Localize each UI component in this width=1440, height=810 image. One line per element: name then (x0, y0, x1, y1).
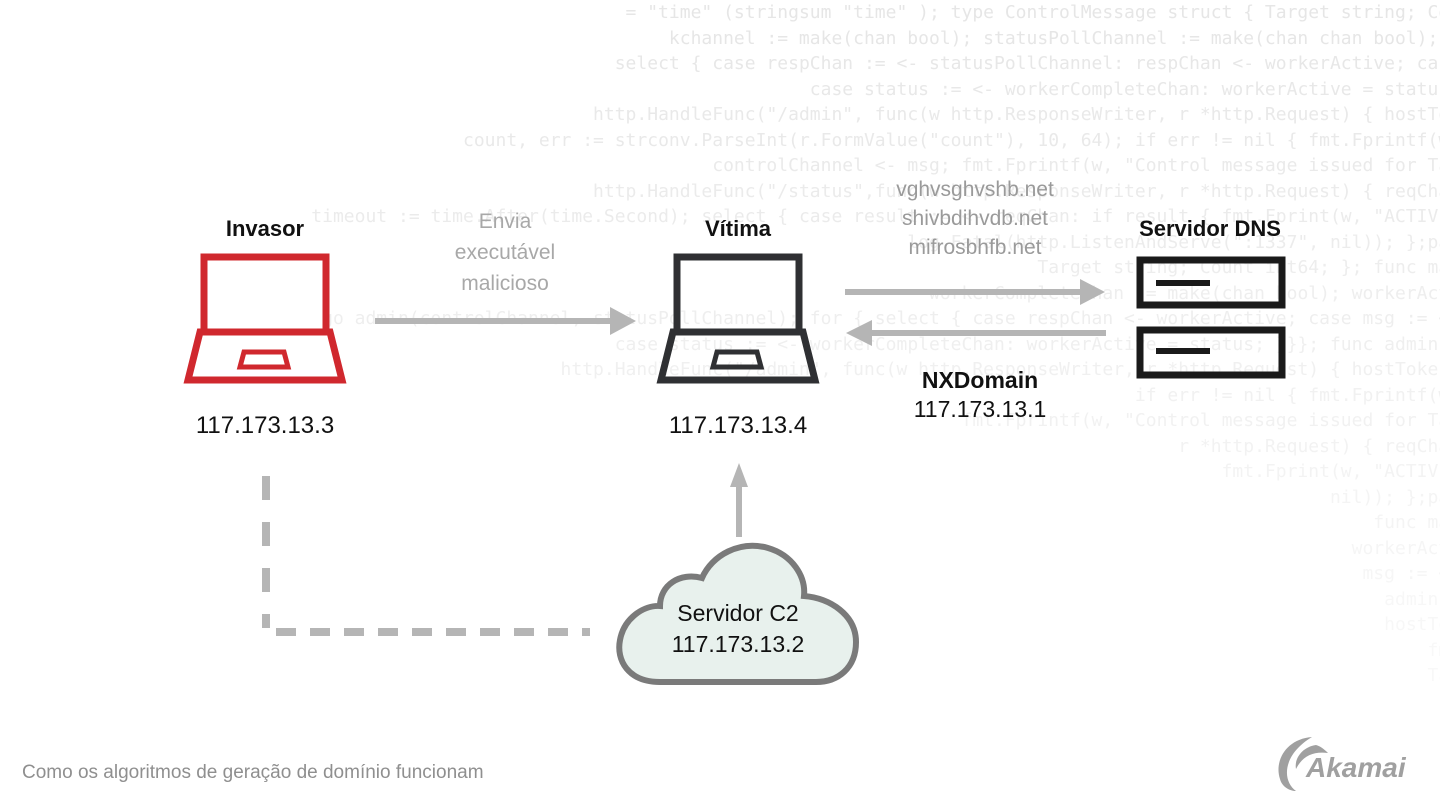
c2-ip: 117.173.13.2 (671, 631, 805, 657)
nxdomain-ip: 117.173.13.1 (913, 396, 1047, 422)
nxdomain-label: NXDomain (921, 367, 1039, 393)
dns-title: Servidor DNS (1139, 216, 1281, 241)
victim-laptop-icon (656, 253, 820, 384)
dashed-link-attacker-to-c2 (262, 476, 590, 636)
send-malware-line-3: malicioso (461, 272, 549, 295)
akamai-logo-text: Akamai (1306, 752, 1406, 783)
c2-title: Servidor C2 (677, 600, 799, 626)
arrow-attacker-to-victim (375, 307, 636, 335)
send-malware-line-1: Envia (478, 210, 532, 233)
attacker-title: Invasor (225, 216, 305, 241)
send-malware-label: Envia executável malicioso (425, 206, 585, 299)
diagram-canvas (183, 253, 1286, 685)
attacker-laptop-icon (183, 253, 347, 384)
send-malware-line-2: executável (454, 241, 556, 264)
c2-label: Servidor C2 117.173.13.2 (638, 598, 838, 660)
arrow-dns-to-victim (846, 320, 1106, 346)
dga-domain: mifrosbhfb.net (908, 236, 1042, 259)
diagram-caption: Como os algoritmos de geração de domínio… (22, 762, 484, 783)
dga-domain: shivbdihvdb.net (902, 207, 1048, 230)
victim-title: Vítima (704, 216, 772, 241)
nxdomain-response: NXDomain 117.173.13.1 (880, 366, 1080, 424)
arrow-victim-to-dns (845, 279, 1105, 305)
dga-domain: vghvsghvshb.net (896, 178, 1054, 201)
dns-server-icon (1136, 256, 1286, 379)
dga-domain-list: vghvsghvshb.net shivbdihvdb.net mifrosbh… (870, 175, 1080, 262)
victim-ip: 117.173.13.4 (668, 412, 808, 439)
attacker-ip: 117.173.13.3 (195, 412, 335, 439)
arrow-c2-to-victim (730, 463, 748, 537)
